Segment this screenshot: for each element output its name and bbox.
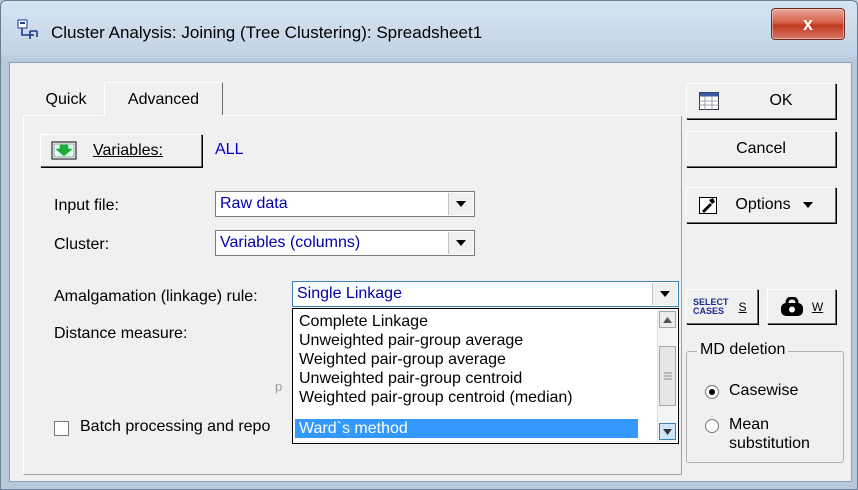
cluster-dropdown-arrow[interactable]	[448, 232, 473, 254]
list-item[interactable]: Unweighted pair-group centroid	[295, 369, 638, 388]
md-deletion-group: MD deletion Casewise Mean substitution	[686, 341, 844, 463]
spreadsheet-icon	[699, 92, 719, 110]
amalgamation-label: Amalgamation (linkage) rule:	[54, 288, 258, 305]
chevron-down-icon	[456, 201, 466, 207]
close-icon: x	[802, 13, 813, 34]
weight-button[interactable]: W	[767, 289, 836, 324]
scroll-down-button[interactable]	[659, 423, 676, 440]
tab-advanced[interactable]: Advanced	[104, 82, 223, 116]
weight-key: W	[811, 299, 824, 314]
distance-hidden-char: p	[275, 379, 283, 394]
tab-divider	[222, 115, 680, 116]
tab-quick-label: Quick	[45, 90, 87, 108]
tree-clustering-app-icon	[17, 19, 38, 39]
weight-icon	[780, 296, 803, 316]
options-button[interactable]: Options	[686, 187, 836, 223]
dialog-client-area: Quick Advanced Variables: ALL Input file…	[9, 62, 852, 482]
mean-substitution-label: Mean substitution	[729, 416, 810, 452]
list-item[interactable]: Weighted pair-group average	[295, 350, 638, 369]
list-item[interactable]: Complete Linkage	[295, 312, 638, 331]
list-item[interactable]: Unweighted pair-group average	[295, 331, 638, 350]
tab-advanced-label: Advanced	[127, 90, 200, 108]
scroll-up-button[interactable]	[659, 311, 676, 328]
chevron-up-icon	[663, 316, 672, 323]
variables-list-icon	[51, 141, 77, 159]
variables-button[interactable]: Variables:	[40, 134, 202, 167]
tab-divider	[23, 115, 103, 116]
radio-selected-dot	[709, 389, 715, 395]
input-file-dropdown-arrow[interactable]	[448, 193, 473, 215]
casewise-radio[interactable]	[705, 385, 719, 399]
select-cases-key: S	[738, 299, 747, 314]
select-cases-button[interactable]: SELECT CASES S	[686, 289, 758, 324]
list-item[interactable]: Weighted pair-group centroid (median)	[295, 388, 638, 407]
chevron-down-icon	[802, 202, 813, 208]
options-button-label: Options	[735, 196, 791, 213]
ok-button-label: OK	[769, 92, 793, 109]
variables-button-label: Variables:	[93, 141, 163, 159]
window-title: Cluster Analysis: Joining (Tree Clusteri…	[51, 23, 483, 42]
cluster-label: Cluster:	[54, 236, 110, 253]
select-cases-icon: SELECT CASES	[693, 296, 729, 316]
amalgamation-dropdown-list[interactable]: Complete Linkage Unweighted pair-group a…	[292, 308, 679, 444]
amalgamation-value: Single Linkage	[297, 285, 402, 302]
options-icon	[699, 197, 717, 214]
ok-button[interactable]: OK	[686, 83, 836, 119]
mean-substitution-radio[interactable]	[705, 419, 719, 433]
list-item-selected[interactable]: Ward`s method	[295, 419, 638, 438]
amalgamation-dropdown-arrow[interactable]	[652, 283, 677, 305]
batch-processing-checkbox[interactable]	[54, 421, 69, 436]
title-bar[interactable]: Cluster Analysis: Joining (Tree Clusteri…	[1, 1, 857, 61]
cluster-combo[interactable]: Variables (columns)	[215, 230, 475, 256]
input-file-combo[interactable]: Raw data	[215, 191, 475, 217]
input-file-label: Input file:	[54, 197, 119, 214]
grip-icon	[663, 372, 672, 380]
chevron-down-icon	[660, 291, 670, 297]
input-file-value: Raw data	[220, 195, 288, 212]
chevron-down-icon	[456, 240, 466, 246]
cluster-value: Variables (columns)	[220, 234, 361, 251]
batch-processing-label: Batch processing and repo	[80, 418, 271, 435]
distance-measure-label: Distance measure:	[54, 325, 188, 342]
tab-quick[interactable]: Quick	[32, 84, 100, 115]
chevron-down-icon	[663, 428, 672, 435]
cancel-button-label: Cancel	[736, 140, 786, 157]
variables-value: ALL	[215, 141, 244, 158]
casewise-label: Casewise	[729, 382, 799, 399]
scroll-thumb[interactable]	[659, 346, 676, 406]
md-deletion-title: MD deletion	[697, 341, 789, 359]
cancel-button[interactable]: Cancel	[686, 131, 836, 167]
close-button[interactable]: x	[771, 8, 845, 40]
dialog-window: Cluster Analysis: Joining (Tree Clusteri…	[0, 0, 858, 490]
amalgamation-combo[interactable]: Single Linkage	[292, 281, 679, 307]
list-scrollbar[interactable]	[657, 310, 677, 442]
